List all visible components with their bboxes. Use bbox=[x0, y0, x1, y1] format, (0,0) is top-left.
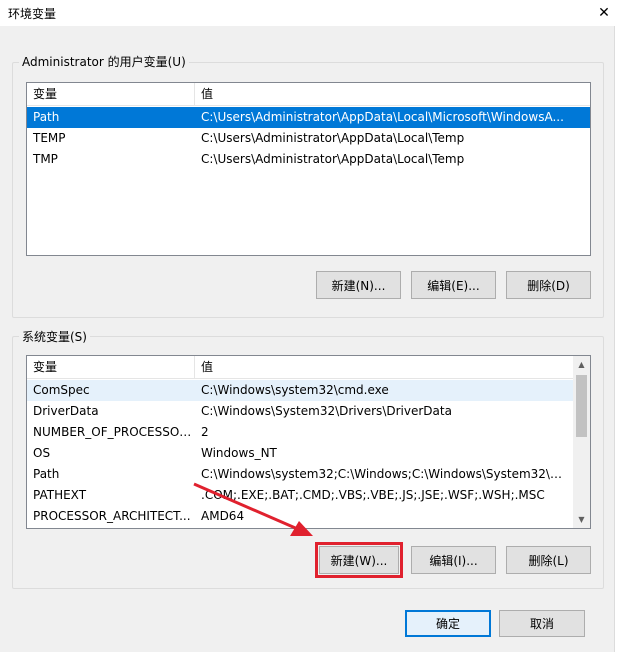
variable-name: PATHEXT bbox=[33, 488, 87, 502]
variable-value: Windows_NT bbox=[201, 446, 277, 460]
variable-value: 2 bbox=[201, 425, 209, 439]
variable-name: Path bbox=[33, 110, 60, 124]
table-row[interactable]: Path C:\Users\Administrator\AppData\Loca… bbox=[27, 107, 590, 128]
variable-name: DriverData bbox=[33, 404, 99, 418]
table-row[interactable]: ComSpec C:\Windows\system32\cmd.exe bbox=[27, 380, 574, 401]
table-row[interactable]: TEMP C:\Users\Administrator\AppData\Loca… bbox=[27, 128, 590, 149]
variable-value: C:\Windows\system32\cmd.exe bbox=[201, 383, 389, 397]
column-header-name[interactable]: 变量 bbox=[27, 356, 195, 379]
table-row[interactable]: Path C:\Windows\system32;C:\Windows;C:\W… bbox=[27, 464, 574, 485]
variable-value: C:\Users\Administrator\AppData\Local\Tem… bbox=[201, 131, 465, 145]
scroll-up-icon[interactable]: ▲ bbox=[573, 356, 590, 373]
variable-name: Path bbox=[33, 467, 60, 481]
system-variables-label: 系统变量(S) bbox=[19, 328, 90, 345]
system-edit-button[interactable]: 编辑(I)... bbox=[411, 546, 496, 574]
variable-value: AMD64 bbox=[201, 509, 245, 523]
table-row[interactable]: NUMBER_OF_PROCESSORS 2 bbox=[27, 422, 574, 443]
system-list-header: 变量 值 bbox=[27, 356, 590, 379]
table-row[interactable]: PROCESSOR_ARCHITECT... AMD64 bbox=[27, 506, 574, 527]
variable-name: OS bbox=[33, 446, 51, 460]
window-edge bbox=[614, 26, 621, 652]
table-row[interactable]: OS Windows_NT bbox=[27, 443, 574, 464]
ok-button[interactable]: 确定 bbox=[405, 610, 491, 637]
column-header-value[interactable]: 值 bbox=[195, 83, 590, 106]
user-edit-button[interactable]: 编辑(E)... bbox=[411, 271, 496, 299]
variable-name: TEMP bbox=[33, 131, 66, 145]
user-new-button[interactable]: 新建(N)... bbox=[316, 271, 401, 299]
system-list-scrollbar[interactable]: ▲ ▼ bbox=[573, 356, 590, 528]
user-delete-button[interactable]: 删除(D) bbox=[506, 271, 591, 299]
variable-value: C:\Users\Administrator\AppData\Local\Mic… bbox=[201, 110, 564, 124]
variable-name: NUMBER_OF_PROCESSORS bbox=[33, 425, 195, 439]
variable-value: C:\Windows\System32\Drivers\DriverData bbox=[201, 404, 452, 418]
variable-value: .COM;.EXE;.BAT;.CMD;.VBS;.VBE;.JS;.JSE;.… bbox=[201, 488, 545, 502]
scrollbar-thumb[interactable] bbox=[576, 375, 587, 437]
variable-value: C:\Windows\system32;C:\Windows;C:\Window… bbox=[201, 467, 570, 481]
system-variables-list[interactable]: 变量 值 ComSpec C:\Windows\system32\cmd.exe… bbox=[26, 355, 591, 529]
variable-name: ComSpec bbox=[33, 383, 90, 397]
user-variables-label: Administrator 的用户变量(U) bbox=[19, 53, 189, 70]
table-row[interactable]: TMP C:\Users\Administrator\AppData\Local… bbox=[27, 149, 590, 170]
table-row[interactable]: PATHEXT .COM;.EXE;.BAT;.CMD;.VBS;.VBE;.J… bbox=[27, 485, 574, 506]
scroll-down-icon[interactable]: ▼ bbox=[573, 511, 590, 528]
window-title: 环境变量 bbox=[8, 7, 57, 21]
variable-name: TMP bbox=[33, 152, 58, 166]
column-header-value[interactable]: 值 bbox=[195, 356, 575, 379]
table-row[interactable]: DriverData C:\Windows\System32\Drivers\D… bbox=[27, 401, 574, 422]
cancel-button[interactable]: 取消 bbox=[499, 610, 585, 637]
variable-name: PROCESSOR_ARCHITECT... bbox=[33, 509, 191, 523]
user-variables-list[interactable]: 变量 值 Path C:\Users\Administrator\AppData… bbox=[26, 82, 591, 256]
user-list-header: 变量 值 bbox=[27, 83, 590, 106]
title-bar: 环境变量 ✕ bbox=[0, 0, 621, 26]
column-header-name[interactable]: 变量 bbox=[27, 83, 195, 106]
system-new-button[interactable]: 新建(W)... bbox=[315, 542, 403, 578]
variable-value: C:\Users\Administrator\AppData\Local\Tem… bbox=[201, 152, 465, 166]
system-delete-button[interactable]: 删除(L) bbox=[506, 546, 591, 574]
close-icon[interactable]: ✕ bbox=[587, 0, 621, 26]
